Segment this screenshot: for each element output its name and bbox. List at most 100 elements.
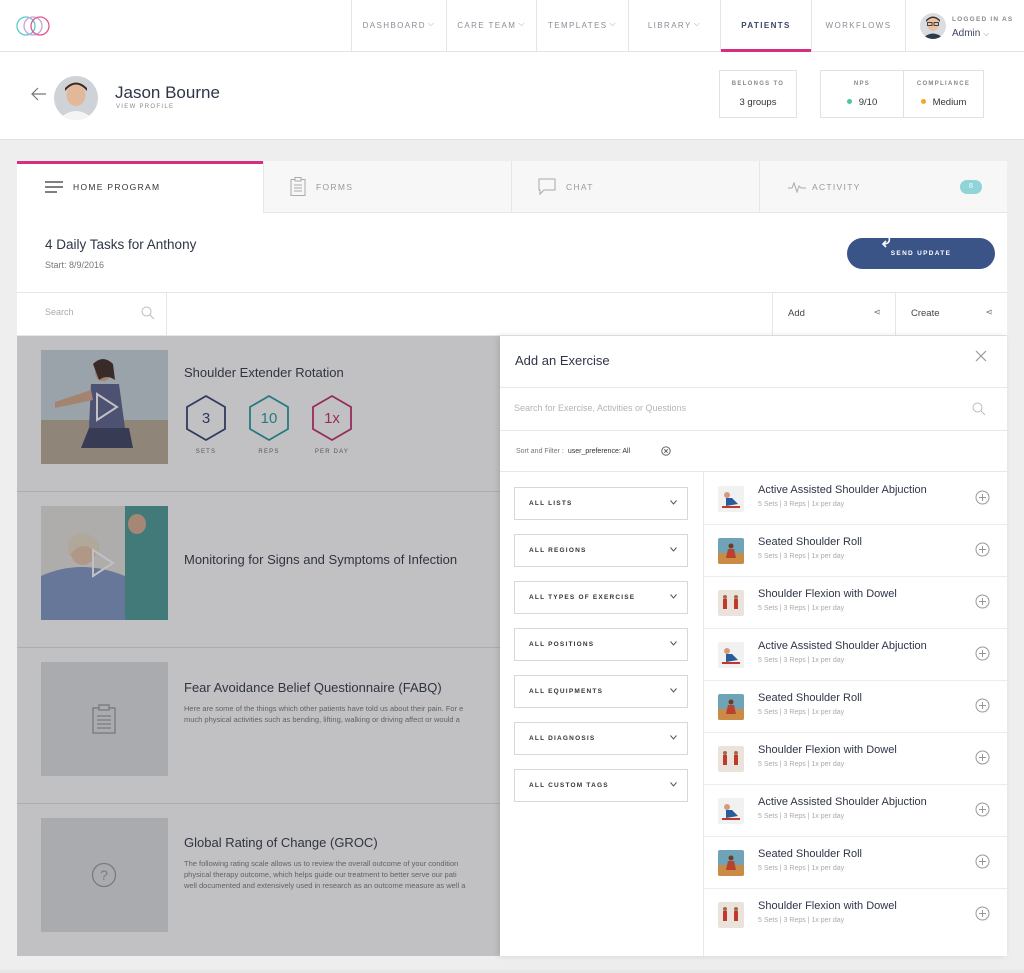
search-icon[interactable] [972, 402, 986, 416]
filter-all-lists[interactable]: ALL LISTS [514, 487, 688, 520]
result-meta: 5 Sets | 3 Reps | 1x per day [758, 657, 845, 664]
nav-label: LIBRARY [647, 21, 692, 30]
add-circle-icon[interactable] [975, 542, 990, 557]
chevron-down-icon: ⌵ [693, 19, 702, 28]
close-icon[interactable] [975, 350, 987, 362]
undo-arrow-icon [881, 236, 891, 248]
menu-lines-icon [45, 181, 63, 193]
tab-label: CHAT [566, 181, 594, 192]
clipboard-icon [290, 177, 306, 196]
sort-value[interactable]: user_preference: All [568, 448, 630, 455]
result-name: Seated Shoulder Roll [758, 848, 862, 860]
belongs-to-cell: BELONGS TO 3 groups [720, 71, 796, 117]
filter-all-diagnosis[interactable]: ALL DIAGNOSIS [514, 722, 688, 755]
result-name: Active Assisted Shoulder Abjuction [758, 640, 927, 652]
chevron-down-icon [670, 735, 677, 742]
chevron-down-icon [670, 641, 677, 648]
exercise-result[interactable]: Seated Shoulder Roll 5 Sets | 3 Reps | 1… [703, 681, 1007, 733]
belongs-to-value[interactable]: 3 groups [720, 97, 796, 108]
nps-label: NPS [853, 81, 871, 87]
create-dropdown[interactable]: Create ⋖ [895, 293, 1007, 335]
compliance-label: COMPLIANCE [916, 81, 971, 87]
search-icon[interactable] [141, 306, 155, 320]
program-search [17, 293, 167, 335]
exercise-thumbnail [718, 694, 744, 720]
user-name: Admin ⌵ [952, 28, 989, 39]
exercise-thumbnail [718, 486, 744, 512]
add-circle-icon[interactable] [975, 490, 990, 505]
add-circle-icon[interactable] [975, 646, 990, 661]
tab-chat[interactable]: CHAT [512, 161, 760, 213]
chevron-down-icon: ⌵ [427, 19, 436, 28]
user-avatar [920, 13, 946, 39]
tab-forms[interactable]: FORMS [264, 161, 512, 213]
nav-label: DASHBOARD [362, 21, 426, 30]
divider [500, 471, 1007, 472]
result-meta: 5 Sets | 3 Reps | 1x per day [758, 709, 845, 716]
program-search-input[interactable] [45, 307, 135, 317]
exercise-result[interactable]: Active Assisted Shoulder Abjuction 5 Set… [703, 473, 1007, 525]
exercise-search-input[interactable] [514, 403, 934, 413]
clear-filter-icon[interactable] [661, 446, 671, 456]
tab-home-program[interactable]: HOME PROGRAM [17, 161, 264, 213]
tab-label: HOME PROGRAM [73, 182, 161, 192]
panel-title: Add an Exercise [515, 353, 610, 368]
exercise-result[interactable]: Shoulder Flexion with Dowel 5 Sets | 3 R… [703, 577, 1007, 629]
modal-overlay[interactable] [17, 336, 500, 956]
chevron-down-icon [670, 500, 677, 507]
exercise-result[interactable]: Active Assisted Shoulder Abjuction 5 Set… [703, 785, 1007, 837]
exercise-thumbnail [718, 850, 744, 876]
compliance-cell: COMPLIANCE Medium [904, 71, 983, 117]
exercise-result[interactable]: Seated Shoulder Roll 5 Sets | 3 Reps | 1… [703, 837, 1007, 889]
filter-all-equipments[interactable]: ALL EQUIPMENTS [514, 675, 688, 708]
result-meta: 5 Sets | 3 Reps | 1x per day [758, 917, 845, 924]
tab-activity[interactable]: ACTIVITY 8 [760, 161, 1007, 213]
result-name: Shoulder Flexion with Dowel [758, 588, 897, 600]
nav-dashboard[interactable]: DASHBOARD ⌵ [351, 0, 446, 51]
nav-templates[interactable]: TEMPLATES ⌵ [536, 0, 628, 51]
status-dot-icon [920, 99, 926, 104]
status-dot-icon [846, 99, 852, 104]
add-circle-icon[interactable] [975, 750, 990, 765]
add-circle-icon[interactable] [975, 698, 990, 713]
logged-in-label: LOGGED IN AS [952, 16, 1014, 23]
exercise-thumbnail [718, 538, 744, 564]
tab-label: ACTIVITY [812, 181, 861, 192]
view-profile-link[interactable]: VIEW PROFILE [116, 104, 174, 110]
result-meta: 5 Sets | 3 Reps | 1x per day [758, 761, 845, 768]
nav-label: CARE TEAM [457, 21, 517, 30]
nav-workflows[interactable]: WORKFLOWS [811, 0, 905, 51]
result-meta: 5 Sets | 3 Reps | 1x per day [758, 813, 845, 820]
nav-patients[interactable]: PATIENTS [720, 0, 811, 52]
add-circle-icon[interactable] [975, 906, 990, 921]
chevron-down-icon [670, 782, 677, 789]
exercise-result[interactable]: Seated Shoulder Roll 5 Sets | 3 Reps | 1… [703, 525, 1007, 577]
filter-all-positions[interactable]: ALL POSITIONS [514, 628, 688, 661]
result-name: Seated Shoulder Roll [758, 692, 862, 704]
nav-care-team[interactable]: CARE TEAM ⌵ [446, 0, 536, 51]
add-circle-icon[interactable] [975, 594, 990, 609]
filter-label: ALL CUSTOM TAGS [529, 782, 609, 789]
top-navigation: DASHBOARD ⌵ CARE TEAM ⌵ TEMPLATES ⌵ LIBRARY… [0, 0, 1024, 52]
result-name: Active Assisted Shoulder Abjuction [758, 484, 927, 496]
filter-all-types-of-exercise[interactable]: ALL TYPES OF EXERCISE [514, 581, 688, 614]
send-update-button[interactable]: SEND UPDATE [847, 236, 995, 269]
app-logo-icon[interactable] [15, 12, 51, 40]
user-menu[interactable]: LOGGED IN AS Admin ⌵ [905, 0, 1024, 51]
result-meta: 5 Sets | 3 Reps | 1x per day [758, 865, 845, 872]
back-arrow-icon[interactable] [30, 85, 48, 103]
exercise-result[interactable]: Active Assisted Shoulder Abjuction 5 Set… [703, 629, 1007, 681]
add-circle-icon[interactable] [975, 854, 990, 869]
pulse-icon [788, 181, 806, 193]
nav-label: TEMPLATES [547, 21, 608, 30]
filter-all-custom-tags[interactable]: ALL CUSTOM TAGS [514, 769, 688, 802]
result-meta: 5 Sets | 3 Reps | 1x per day [758, 605, 845, 612]
nav-library[interactable]: LIBRARY ⌵ [628, 0, 720, 51]
exercise-result[interactable]: Shoulder Flexion with Dowel 5 Sets | 3 R… [703, 733, 1007, 785]
exercise-result[interactable]: Shoulder Flexion with Dowel 5 Sets | 3 R… [703, 889, 1007, 941]
nps-value: 9/10 [858, 97, 878, 108]
add-dropdown[interactable]: Add ⋖ [772, 293, 895, 335]
add-circle-icon[interactable] [975, 802, 990, 817]
belongs-to-label: BELONGS TO [731, 81, 785, 87]
filter-all-regions[interactable]: ALL REGIONS [514, 534, 688, 567]
